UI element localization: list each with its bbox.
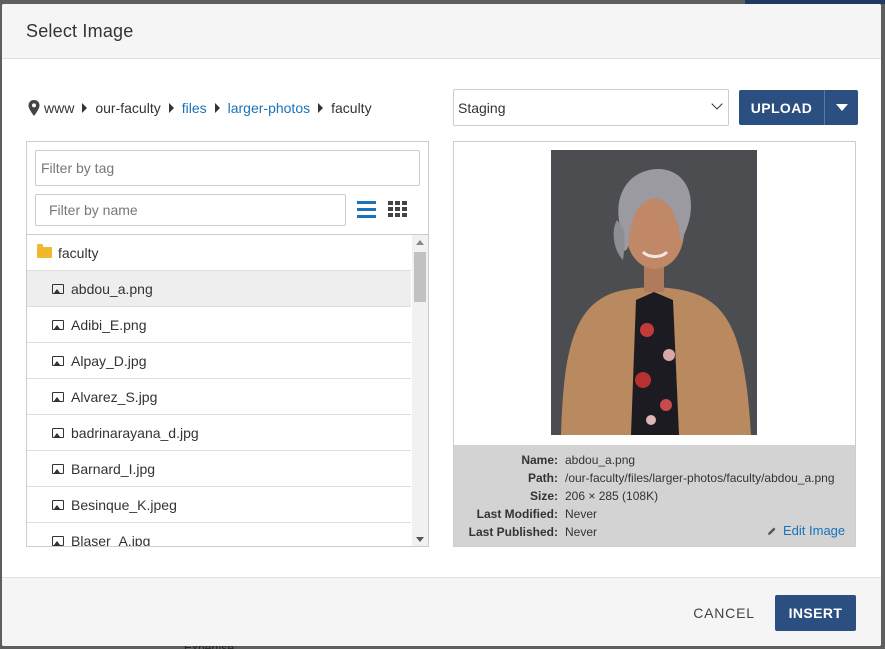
breadcrumb-www[interactable]: www [44, 100, 74, 116]
file-label: Adibi_E.png [71, 316, 147, 333]
list-view-icon[interactable] [357, 200, 379, 220]
breadcrumb-larger-photos-link[interactable]: larger-photos [228, 100, 311, 116]
filter-by-name-input[interactable]: Filter by name [35, 194, 346, 226]
file-label: abdou_a.png [71, 280, 153, 297]
image-file-icon [52, 355, 64, 366]
file-label: Alpay_D.jpg [71, 352, 147, 369]
image-file-icon [52, 499, 64, 510]
file-label: badrinarayana_d.jpg [71, 424, 199, 441]
last-modified-label: Last Modified: [476, 507, 558, 521]
last-published-value: Never [565, 525, 598, 539]
dialog-header: Select Image [2, 4, 881, 59]
dialog-footer: CANCEL INSERT [2, 577, 881, 646]
scroll-up-arrow-icon[interactable] [416, 240, 424, 245]
path-value: /our-faculty/files/larger-photos/faculty… [565, 471, 835, 485]
scroll-down-arrow-icon[interactable] [416, 537, 424, 542]
list-item-file[interactable]: badrinarayana_d.jpg [27, 415, 411, 451]
edit-image-label: Edit Image [783, 523, 846, 538]
breadcrumb-separator-icon [168, 103, 174, 113]
filter-by-tag-input[interactable]: Filter by tag [35, 150, 420, 186]
folder-label: faculty [58, 244, 99, 261]
list-item-file[interactable]: Adibi_E.png [27, 307, 411, 343]
list-item-file[interactable]: Besinque_K.jpeg [27, 487, 411, 523]
last-modified-value: Never [565, 507, 598, 521]
image-file-icon [52, 463, 64, 474]
environment-select[interactable]: Staging [453, 89, 729, 126]
image-preview-panel: Name: abdou_a.png Path: /our-faculty/fil… [453, 141, 856, 547]
environment-selected-value: Staging [458, 99, 506, 116]
size-label: Size: [529, 489, 558, 503]
location-pin-icon [28, 100, 40, 116]
edit-image-link[interactable]: Edit Image [767, 523, 845, 538]
image-file-icon [52, 427, 64, 438]
file-label: Besinque_K.jpeg [71, 496, 177, 513]
file-list: faculty abdou_a.png Adibi_E.png Alpay_D.… [27, 234, 428, 546]
file-list-scrollbar[interactable] [412, 235, 428, 546]
file-label: Barnard_I.jpg [71, 460, 156, 477]
breadcrumb-current-folder: faculty [331, 100, 372, 116]
upload-dropdown-toggle[interactable] [824, 90, 858, 125]
breadcrumb-files-link[interactable]: files [182, 100, 207, 116]
breadcrumb-our-faculty[interactable]: our-faculty [95, 100, 160, 116]
size-value: 206 × 285 (108K) [565, 489, 659, 503]
file-browser-panel: Filter by tag Filter by name faculty abd… [26, 141, 429, 547]
name-value: abdou_a.png [565, 453, 636, 467]
image-details: Name: abdou_a.png Path: /our-faculty/fil… [454, 445, 855, 546]
image-file-icon [52, 535, 64, 546]
last-published-label: Last Published: [468, 525, 558, 539]
image-file-icon [52, 319, 64, 330]
list-item-file[interactable]: Blaser_A.jpg [27, 523, 411, 546]
name-label: Name: [521, 453, 558, 467]
list-item-file-selected[interactable]: abdou_a.png [27, 271, 411, 307]
breadcrumb-separator-icon [82, 103, 88, 113]
cancel-button[interactable]: CANCEL [684, 601, 764, 625]
chevron-down-icon [711, 98, 723, 110]
file-label: Alvarez_S.jpg [71, 388, 158, 405]
breadcrumb-separator-icon [214, 103, 220, 113]
select-image-dialog: Select Image www our-faculty files large… [2, 4, 881, 646]
upload-button[interactable]: UPLOAD [739, 90, 824, 125]
selected-image-preview [551, 150, 757, 435]
dialog-title: Select Image [26, 21, 134, 41]
scrollbar-thumb[interactable] [414, 252, 426, 302]
breadcrumb-separator-icon [318, 103, 324, 113]
insert-button[interactable]: INSERT [775, 595, 856, 631]
path-label: Path: [528, 471, 558, 485]
list-item-file[interactable]: Alvarez_S.jpg [27, 379, 411, 415]
breadcrumb: www our-faculty files larger-photos facu… [28, 99, 372, 117]
pencil-icon [768, 527, 776, 535]
list-item-file[interactable]: Barnard_I.jpg [27, 451, 411, 487]
folder-icon [37, 244, 52, 258]
grid-view-icon[interactable] [388, 200, 410, 220]
caret-down-icon [836, 104, 848, 111]
image-file-icon [52, 283, 64, 294]
file-label: Blaser_A.jpg [71, 532, 151, 547]
list-item-folder[interactable]: faculty [27, 235, 411, 271]
list-item-file[interactable]: Alpay_D.jpg [27, 343, 411, 379]
image-file-icon [52, 391, 64, 402]
